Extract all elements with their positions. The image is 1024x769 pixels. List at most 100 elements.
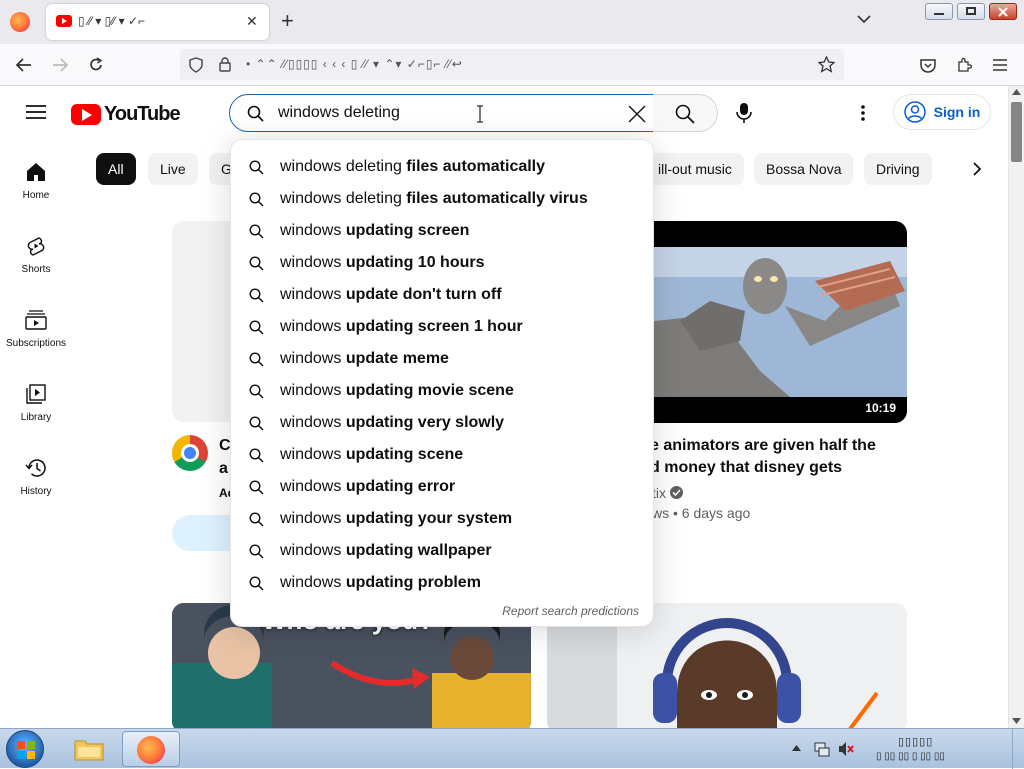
report-search-predictions-link[interactable]: Report search predictions: [502, 604, 639, 618]
sidebar-item-shorts[interactable]: Shorts: [0, 236, 72, 275]
suggestion-prefix: windows: [280, 286, 346, 303]
tab-close-icon[interactable]: ✕: [246, 13, 258, 30]
ad-title-fragment-2[interactable]: a: [219, 458, 228, 480]
text-cursor-icon: [476, 105, 484, 123]
search-suggestion-item[interactable]: windows updating error: [231, 471, 653, 503]
pocket-icon[interactable]: [914, 51, 942, 79]
suggestion-text: windows updating 10 hours: [280, 254, 484, 272]
chip-bossa-nova[interactable]: Bossa Nova: [754, 153, 854, 185]
tab-title: ▯ ⁄⁄ ▾ ▯⁄⁄ ▾ ✓⌐: [78, 14, 146, 28]
channel-name-fragment[interactable]: tix: [652, 485, 666, 501]
ad-title-fragment[interactable]: C: [219, 435, 231, 457]
show-desktop-button[interactable]: [1012, 729, 1024, 769]
search-icon: [249, 575, 264, 591]
search-icon: [249, 191, 264, 207]
new-tab-button[interactable]: +: [281, 8, 294, 34]
chips-next-chevron-icon[interactable]: [972, 162, 982, 176]
verified-check-icon: [670, 486, 683, 499]
search-suggestion-item[interactable]: windows update don't turn off: [231, 279, 653, 311]
search-suggestion-item[interactable]: windows updating problem: [231, 567, 653, 599]
chip-chill-out-music[interactable]: ill-out music: [646, 153, 744, 185]
tray-clock-line1[interactable]: ▯▯▯▯▯: [898, 735, 933, 748]
suggestion-text: windows update meme: [280, 350, 449, 368]
search-icon: [249, 383, 264, 399]
search-suggestion-item[interactable]: windows updating screen: [231, 215, 653, 247]
forward-button[interactable]: [46, 51, 74, 79]
suggestion-completion: updating screen 1 hour: [345, 318, 523, 335]
show-hidden-icons-arrow-icon[interactable]: [792, 745, 801, 751]
home-icon: [27, 163, 45, 181]
subscriptions-icon: [25, 310, 47, 330]
maximize-button[interactable]: [957, 3, 985, 20]
youtube-logo[interactable]: YouTube: [71, 103, 181, 126]
sidebar-item-label: Subscriptions: [5, 338, 67, 349]
browser-tab-youtube[interactable]: ▯ ⁄⁄ ▾ ▯⁄⁄ ▾ ✓⌐ ✕: [46, 4, 269, 40]
firefox-view-icon[interactable]: [10, 12, 30, 32]
video-title-line2[interactable]: d money that disney gets: [650, 457, 842, 479]
sidebar-item-subscriptions[interactable]: Subscriptions: [0, 310, 72, 349]
voice-search-microphone-icon[interactable]: [736, 102, 752, 124]
search-input[interactable]: windows deleting: [278, 104, 400, 122]
start-button-windows-icon[interactable]: [6, 730, 44, 768]
search-suggestion-item[interactable]: windows deleting files automatically vir…: [231, 183, 653, 215]
search-suggestion-item[interactable]: windows deleting files automatically: [231, 151, 653, 183]
clear-search-icon[interactable]: [627, 104, 647, 124]
search-suggestion-item[interactable]: windows updating movie scene: [231, 375, 653, 407]
network-icon[interactable]: [814, 741, 830, 757]
settings-more-icon[interactable]: [861, 105, 865, 121]
video-title-line1[interactable]: e animators are given half the: [650, 435, 876, 457]
extensions-icon[interactable]: [950, 51, 978, 79]
sidebar-item-library[interactable]: Library: [0, 384, 72, 423]
search-box[interactable]: windows deleting: [229, 94, 654, 132]
search-button[interactable]: [653, 94, 718, 132]
suggestion-text: windows updating scene: [280, 446, 463, 464]
tray-clock-line2[interactable]: ▯ ▯▯ ▯▯ ▯ ▯▯ ▯▯: [876, 751, 945, 762]
search-icon: [249, 223, 264, 239]
url-text: • ⌃⌃ ⁄⁄▯▯▯▯ ‹ ‹ ‹ ▯ ⁄⁄ ▾ ⌃▾ ✓⌐▯⌐ ⁄⁄↩: [246, 57, 463, 71]
page-scrollbar[interactable]: [1008, 86, 1024, 728]
browser-tab-bar: ▯ ⁄⁄ ▾ ▯⁄⁄ ▾ ✓⌐ ✕ +: [0, 0, 1024, 44]
search-suggestion-item[interactable]: windows updating scene: [231, 439, 653, 471]
suggestion-text: windows updating problem: [280, 574, 481, 592]
scroll-up-arrow-icon[interactable]: [1012, 89, 1021, 95]
suggestion-plain: deleting: [345, 190, 402, 207]
chip-driving[interactable]: Driving: [864, 153, 932, 185]
chip-all[interactable]: All: [96, 153, 136, 185]
tracking-shield-icon[interactable]: [189, 57, 203, 73]
sidebar-item-home[interactable]: Home: [0, 162, 72, 201]
back-button[interactable]: [10, 51, 38, 79]
guide-menu-icon[interactable]: [22, 98, 50, 126]
url-bar[interactable]: • ⌃⌃ ⁄⁄▯▯▯▯ ‹ ‹ ‹ ▯ ⁄⁄ ▾ ⌃▾ ✓⌐▯⌐ ⁄⁄↩: [180, 49, 844, 80]
search-suggestion-item[interactable]: windows updating 10 hours: [231, 247, 653, 279]
shorts-icon: [27, 237, 45, 256]
search-suggestion-item[interactable]: windows updating wallpaper: [231, 535, 653, 567]
close-window-button[interactable]: [989, 3, 1017, 20]
suggestion-text: windows updating wallpaper: [280, 542, 492, 560]
search-suggestion-item[interactable]: windows update meme: [231, 343, 653, 375]
reload-button[interactable]: [82, 51, 110, 79]
search-icon: [249, 479, 264, 495]
suggestion-prefix: windows: [280, 254, 346, 271]
volume-muted-icon[interactable]: [838, 741, 854, 757]
suggestion-plain: deleting: [345, 158, 402, 175]
suggestion-prefix: windows: [280, 510, 346, 527]
chip-live[interactable]: Live: [148, 153, 198, 185]
search-suggestion-item[interactable]: windows updating very slowly: [231, 407, 653, 439]
suggestion-text: windows updating very slowly: [280, 414, 504, 432]
taskbar-file-explorer-icon[interactable]: [70, 731, 108, 767]
app-menu-icon[interactable]: [986, 51, 1014, 79]
sidebar-item-history[interactable]: History: [0, 458, 72, 497]
suggestion-text: windows update don't turn off: [280, 286, 502, 304]
search-suggestion-item[interactable]: windows updating screen 1 hour: [231, 311, 653, 343]
scrollbar-thumb[interactable]: [1011, 102, 1022, 162]
tab-list-chevron-down-icon[interactable]: [856, 14, 872, 24]
search-suggestion-item[interactable]: windows updating your system: [231, 503, 653, 535]
sign-in-button[interactable]: Sign in: [893, 94, 991, 130]
minimize-button[interactable]: [925, 3, 953, 20]
taskbar-firefox-icon[interactable]: [122, 731, 180, 767]
suggestion-prefix: windows: [280, 318, 346, 335]
scroll-down-arrow-icon[interactable]: [1012, 718, 1021, 724]
suggestion-completion: updating movie scene: [345, 382, 514, 399]
lock-icon[interactable]: [219, 57, 231, 72]
bookmark-star-icon[interactable]: [818, 56, 835, 73]
